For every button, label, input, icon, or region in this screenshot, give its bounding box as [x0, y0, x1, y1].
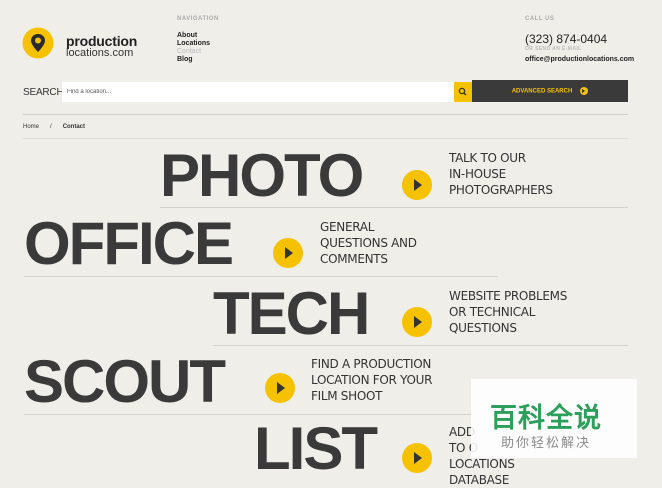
call-us-heading: CALL US: [525, 16, 555, 22]
navigation-heading: NAVIGATION: [177, 16, 219, 22]
contact-tech-description: WEBSITE PROBLEMS OR TECHNICAL QUESTIONS: [449, 289, 568, 335]
nav-item-blog[interactable]: Blog: [177, 56, 210, 64]
breadcrumb-divider: [23, 138, 628, 139]
contact-photo-description: TALK TO OUR IN-HOUSE PHOTOGRAPHERS: [449, 151, 553, 197]
contact-tech-heading[interactable]: TECH: [213, 284, 370, 344]
row-divider: [24, 276, 498, 277]
breadcrumb: Home / Contact: [23, 124, 85, 130]
row-divider: [213, 345, 628, 346]
watermark-title: 百科全说: [490, 403, 602, 434]
arrow-right-icon[interactable]: [402, 443, 432, 473]
arrow-right-icon: [580, 87, 589, 95]
email-heading: OR SEND AN E-MAIL: [525, 46, 582, 52]
row-divider: [24, 414, 471, 415]
advanced-search-label: ADVANCED SEARCH: [511, 88, 573, 95]
contact-office-description: GENERAL QUESTIONS AND COMMENTS: [320, 220, 417, 266]
contact-scout-description: FIND A PRODUCTION LOCATION FOR YOUR FILM…: [311, 357, 433, 403]
nav-item-contact[interactable]: Contact: [177, 48, 210, 56]
search-button[interactable]: [454, 82, 472, 102]
row-divider: [160, 207, 628, 208]
logo-domain[interactable]: locations.com: [66, 47, 133, 59]
search-input[interactable]: [62, 82, 454, 102]
navigation-menu: About Locations Contact Blog: [177, 32, 210, 64]
arrow-right-icon[interactable]: [402, 170, 432, 200]
nav-item-locations[interactable]: Locations: [177, 40, 210, 48]
contact-photo-heading[interactable]: PHOTO: [160, 146, 364, 206]
email-link[interactable]: office@productionlocations.com: [525, 56, 634, 63]
arrow-right-icon[interactable]: [265, 373, 295, 403]
contact-office-heading[interactable]: OFFICE: [24, 214, 234, 274]
nav-item-about[interactable]: About: [177, 32, 210, 40]
arrow-right-icon[interactable]: [402, 307, 432, 337]
phone-number[interactable]: (323) 874-0404: [525, 32, 607, 46]
breadcrumb-home[interactable]: Home: [23, 124, 39, 130]
watermark-subtitle: 助你轻松解决: [501, 436, 592, 451]
breadcrumb-separator: /: [50, 124, 52, 130]
arrow-right-icon[interactable]: [273, 238, 303, 268]
search-label: SEARCH:: [23, 87, 67, 98]
contact-scout-heading[interactable]: SCOUT: [24, 352, 226, 412]
contact-list-heading[interactable]: LIST: [254, 419, 378, 479]
header-divider: [23, 114, 628, 115]
breadcrumb-current: Contact: [62, 124, 86, 130]
advanced-search-button[interactable]: ADVANCED SEARCH: [472, 80, 628, 102]
logo-pin-icon[interactable]: [22, 27, 54, 59]
search-icon: [458, 87, 467, 96]
